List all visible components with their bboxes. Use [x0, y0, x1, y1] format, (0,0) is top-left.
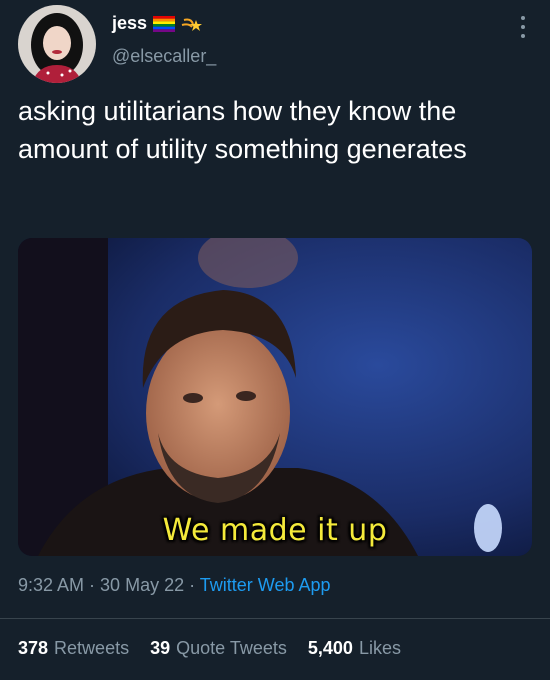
media-caption: We made it up [162, 513, 388, 548]
meta-separator: · [84, 575, 101, 595]
display-name[interactable]: jess [112, 13, 147, 34]
tweet-source[interactable]: Twitter Web App [200, 575, 331, 595]
quote-tweets-stat[interactable]: 39 Quote Tweets [150, 638, 287, 658]
more-options-icon[interactable] [518, 14, 528, 40]
rainbow-flag-icon [153, 15, 176, 32]
quote-tweets-count: 39 [150, 638, 171, 658]
shooting-star-icon [181, 14, 203, 34]
likes-label: Likes [358, 638, 401, 658]
name-row: jess [112, 13, 203, 34]
user-handle[interactable]: @elsecaller_ [112, 46, 216, 67]
retweets-stat[interactable]: 378 Retweets [18, 638, 129, 658]
tweet-date[interactable]: 30 May 22 [100, 575, 184, 595]
divider [0, 618, 550, 619]
tweet-meta: 9:32 AM · 30 May 22 · Twitter Web App [18, 575, 331, 596]
likes-stat[interactable]: 5,400 Likes [308, 638, 401, 658]
retweets-label: Retweets [54, 638, 130, 658]
meta-separator: · [184, 575, 200, 595]
tweet-text: asking utilitarians how they know the am… [18, 96, 467, 164]
quote-tweets-label: Quote Tweets [176, 638, 287, 658]
likes-count: 5,400 [307, 638, 353, 658]
tweet-media-image[interactable]: We made it up [18, 238, 532, 556]
tweet-time[interactable]: 9:32 AM [18, 575, 84, 595]
retweets-count: 378 [18, 638, 49, 658]
avatar[interactable] [18, 5, 96, 83]
tweet-stats: 378 Retweets 39 Quote Tweets 5,400 Likes [18, 638, 417, 659]
